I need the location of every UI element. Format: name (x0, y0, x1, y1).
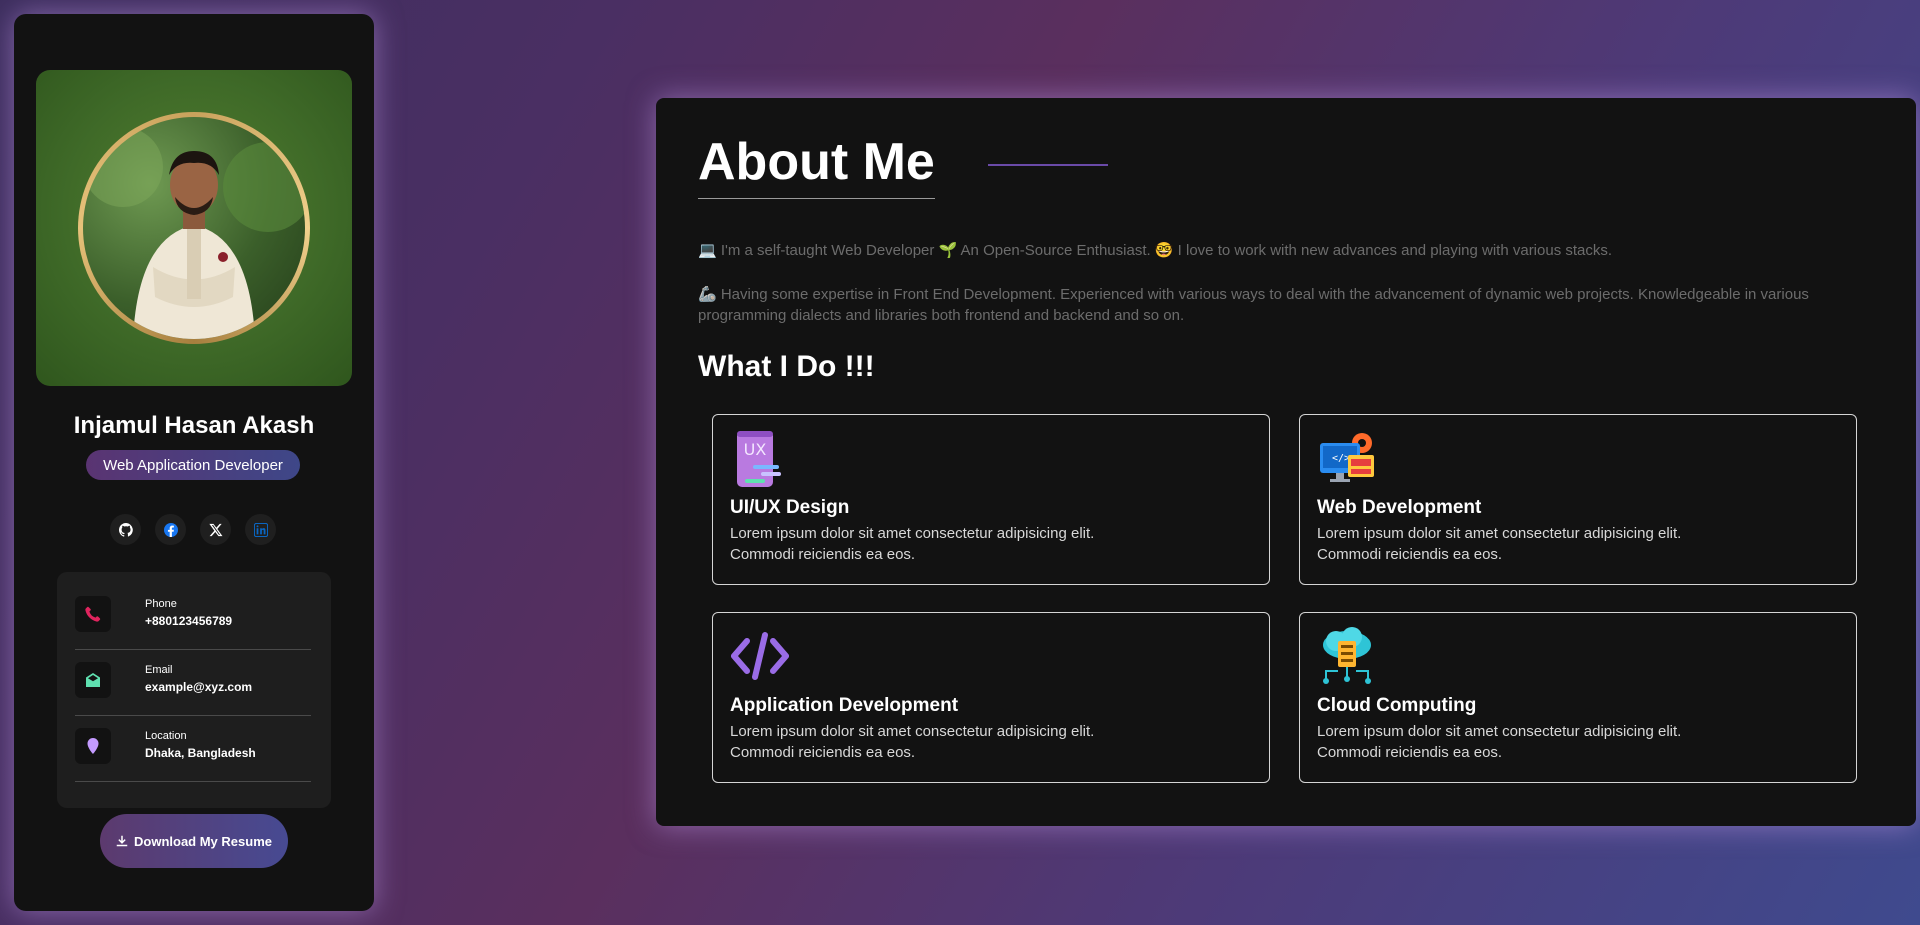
service-title: Application Development (730, 695, 959, 716)
facebook-link[interactable] (155, 514, 186, 545)
ux-design-icon: UX (737, 431, 781, 487)
svg-text:</>: </> (1332, 453, 1350, 464)
github-icon (118, 522, 133, 537)
location-pin-icon (87, 738, 99, 754)
email-label: Email (145, 664, 173, 676)
location-label: Location (145, 730, 187, 742)
cloud-server-icon (1323, 627, 1371, 684)
contact-location: Location Dhaka, Bangladesh (75, 716, 311, 782)
service-card-web-development: </> Web Development Lorem ipsum dolor si… (1299, 414, 1857, 585)
about-paragraph-1: 💻 I'm a self-taught Web Developer 🌱 An O… (698, 242, 1613, 259)
service-title: UI/UX Design (730, 497, 850, 518)
phone-icon (85, 606, 101, 622)
social-links (110, 514, 276, 545)
linkedin-icon (253, 522, 268, 537)
facebook-icon (163, 522, 178, 537)
phone-label: Phone (145, 598, 177, 610)
about-title: About Me (698, 132, 935, 199)
title-accent-line (988, 164, 1108, 166)
what-i-do-title: What I Do !!! (698, 350, 875, 383)
download-label: Download My Resume (134, 833, 272, 849)
phone-value[interactable]: +880123456789 (145, 614, 232, 628)
service-description: Lorem ipsum dolor sit amet consectetur a… (730, 525, 1095, 563)
service-title: Cloud Computing (1317, 695, 1477, 716)
avatar-ring (78, 112, 310, 344)
contact-card: Phone +880123456789 Email example@xyz.co… (57, 572, 331, 808)
profile-photo (83, 127, 305, 339)
web-development-icon: </> (1320, 433, 1374, 482)
envelope-open-icon (86, 673, 100, 687)
github-link[interactable] (110, 514, 141, 545)
email-icon-box (75, 662, 111, 698)
service-description: Lorem ipsum dolor sit amet consectetur a… (1317, 723, 1682, 761)
profile-name: Injamul Hasan Akash (73, 412, 315, 439)
profile-photo-frame (36, 70, 352, 386)
x-twitter-link[interactable] (200, 514, 231, 545)
email-value[interactable]: example@xyz.com (145, 680, 252, 694)
linkedin-link[interactable] (245, 514, 276, 545)
avatar (83, 117, 305, 339)
contact-email: Email example@xyz.com (75, 650, 311, 716)
service-title: Web Development (1317, 497, 1482, 518)
code-icon (731, 632, 789, 680)
svg-text:UX: UX (744, 440, 767, 459)
x-icon (208, 523, 222, 536)
service-description: Lorem ipsum dolor sit amet consectetur a… (730, 723, 1095, 761)
service-card-application-development: Application Development Lorem ipsum dolo… (712, 612, 1270, 783)
profile-sidebar: Injamul Hasan Akash Web Application Deve… (14, 14, 374, 911)
download-resume-button[interactable]: Download My Resume (100, 814, 288, 868)
download-icon (116, 835, 128, 847)
about-panel: About Me 💻 I'm a self-taught Web Develop… (656, 98, 1916, 826)
contact-phone: Phone +880123456789 (75, 584, 311, 650)
service-card-cloud-computing: Cloud Computing Lorem ipsum dolor sit am… (1299, 612, 1857, 783)
role-badge: Web Application Developer (86, 450, 300, 480)
phone-icon-box (75, 596, 111, 632)
location-icon-box (75, 728, 111, 764)
service-card-uiux: UX UI/UX Design Lorem ipsum dolor sit am… (712, 414, 1270, 585)
service-description: Lorem ipsum dolor sit amet consectetur a… (1317, 525, 1682, 563)
location-value: Dhaka, Bangladesh (145, 746, 256, 760)
about-paragraph-2: 🦾 Having some expertise in Front End Dev… (698, 286, 1809, 324)
